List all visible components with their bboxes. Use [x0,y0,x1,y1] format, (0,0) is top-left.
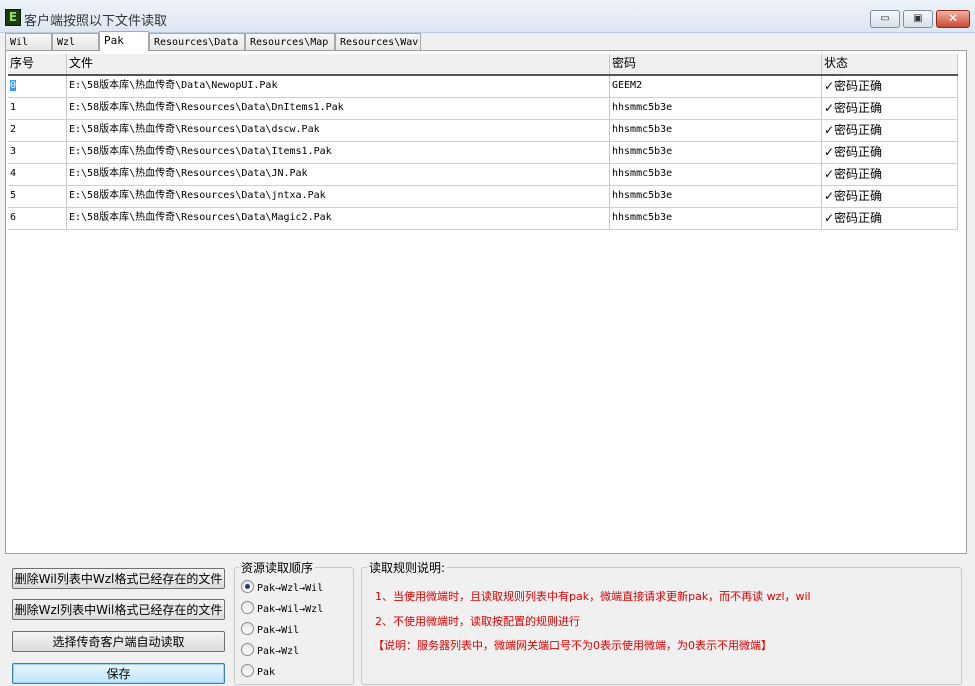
tab-pak[interactable]: Pak [99,31,149,51]
row-status: ✓密码正确 [822,142,958,163]
row-password: hhsmmc5b3e [610,164,822,185]
tab-resources-map[interactable]: Resources\Map [245,33,335,50]
radio-checked-icon[interactable] [241,580,254,593]
column-header-file[interactable]: 文件 [67,54,610,74]
rules-title: 读取规则说明: [367,559,448,576]
close-icon[interactable]: ✕ [936,10,970,28]
rule-note: 【说明：服务器列表中，微端网关端口号不为0表示使用微端，为0表示不用微端】 [373,639,772,652]
row-index: 3 [8,142,67,163]
table-row[interactable]: 4 E:\58版本库\热血传奇\Resources\Data\JN.Pak hh… [8,164,958,186]
row-file: E:\58版本库\热血传奇\Data\NewopUI.Pak [67,76,610,97]
file-list-panel: 序号 文件 密码 状态 0 E:\58版本库\热血传奇\Data\NewopUI… [5,50,967,554]
table-row[interactable]: 6 E:\58版本库\热血传奇\Resources\Data\Magic2.Pa… [8,208,958,230]
maximize-icon[interactable]: ▣ [903,10,933,28]
read-order-label: Pak→Wzl [257,646,300,657]
table-row[interactable]: 2 E:\58版本库\热血传奇\Resources\Data\dscw.Pak … [8,120,958,142]
row-password: hhsmmc5b3e [610,208,822,229]
minimize-icon[interactable]: ▭ [870,10,900,28]
read-order-label: Pak→Wzl→Wil [257,583,324,594]
row-file: E:\58版本库\热血传奇\Resources\Data\DnItems1.Pa… [67,98,610,119]
tab-wzl[interactable]: Wzl [52,33,99,50]
row-file: E:\58版本库\热血传奇\Resources\Data\dscw.Pak [67,120,610,141]
read-order-option[interactable]: Pak→Wil [241,622,299,638]
file-table[interactable]: 序号 文件 密码 状态 0 E:\58版本库\热血传奇\Data\NewopUI… [8,54,958,230]
delete-wzl-duplicates-button[interactable]: 删除Wzl列表中Wil格式已经存在的文件 [12,599,225,620]
table-header: 序号 文件 密码 状态 [8,54,958,76]
read-order-label: Pak [257,667,276,678]
row-status: ✓密码正确 [822,208,958,229]
row-password: hhsmmc5b3e [610,98,822,119]
row-index: 2 [8,120,67,141]
row-file: E:\58版本库\热血传奇\Resources\Data\jntxa.Pak [67,186,610,207]
rules-group: 读取规则说明: 1、当使用微端时，且读取规则列表中有pak，微端直接请求更新pa… [361,559,962,685]
bottom-controls: 删除Wil列表中Wzl格式已经存在的文件 删除Wzl列表中Wil格式已经存在的文… [0,556,975,686]
read-order-option[interactable]: Pak→Wzl→Wil [241,580,323,596]
column-header-index[interactable]: 序号 [8,54,67,74]
row-status: ✓密码正确 [822,186,958,207]
row-status: ✓密码正确 [822,164,958,185]
row-index: 5 [8,186,67,207]
row-password: hhsmmc5b3e [610,120,822,141]
tab-wil[interactable]: Wil [5,33,52,50]
row-index: 6 [8,208,67,229]
tab-resources-data[interactable]: Resources\Data [149,33,245,50]
row-password: GEEM2 [610,76,822,97]
row-password: hhsmmc5b3e [610,142,822,163]
table-row[interactable]: 1 E:\58版本库\热血传奇\Resources\Data\DnItems1.… [8,98,958,120]
radio-unchecked-icon[interactable] [241,643,254,656]
window-title: 客户端按照以下文件读取 [24,14,168,29]
column-header-status[interactable]: 状态 [822,54,958,74]
read-order-option[interactable]: Pak→Wzl [241,643,299,659]
row-status: ✓密码正确 [822,98,958,119]
save-button[interactable]: 保存 [12,663,225,684]
rule-line-1: 1、当使用微端时，且读取规则列表中有pak，微端直接请求更新pak，而不再读 w… [375,590,811,603]
row-index: 4 [8,164,67,185]
select-client-button[interactable]: 选择传奇客户端自动读取 [12,631,225,652]
row-index: 1 [8,98,67,119]
row-index: 0 [10,80,17,91]
delete-wil-duplicates-button[interactable]: 删除Wil列表中Wzl格式已经存在的文件 [12,568,225,589]
table-row[interactable]: 5 E:\58版本库\热血传奇\Resources\Data\jntxa.Pak… [8,186,958,208]
radio-unchecked-icon[interactable] [241,664,254,677]
row-status: ✓密码正确 [822,76,958,97]
tab-resources-wav[interactable]: Resources\Wav [335,33,421,50]
radio-unchecked-icon[interactable] [241,622,254,635]
radio-unchecked-icon[interactable] [241,601,254,614]
table-row[interactable]: 0 E:\58版本库\热血传奇\Data\NewopUI.Pak GEEM2 ✓… [8,76,958,98]
row-file: E:\58版本库\热血传奇\Resources\Data\Items1.Pak [67,142,610,163]
column-header-password[interactable]: 密码 [610,54,822,74]
table-row[interactable]: 3 E:\58版本库\热血传奇\Resources\Data\Items1.Pa… [8,142,958,164]
row-password: hhsmmc5b3e [610,186,822,207]
read-order-option[interactable]: Pak→Wil→Wzl [241,601,323,617]
read-order-option[interactable]: Pak [241,664,275,680]
read-order-label: Pak→Wil→Wzl [257,604,324,615]
app-logo-icon: E [5,9,21,26]
row-file: E:\58版本库\热血传奇\Resources\Data\Magic2.Pak [67,208,610,229]
title-bar: E 客户端按照以下文件读取 ▭ ▣ ✕ [0,0,975,33]
row-status: ✓密码正确 [822,120,958,141]
row-file: E:\58版本库\热血传奇\Resources\Data\JN.Pak [67,164,610,185]
rule-line-2: 2、不使用微端时，读取按配置的规则进行 [375,615,580,628]
read-order-group: 资源读取顺序 Pak→Wzl→Wil Pak→Wil→Wzl Pak→Wil P… [234,559,354,685]
read-order-title: 资源读取顺序 [239,559,316,576]
read-order-label: Pak→Wil [257,625,300,636]
